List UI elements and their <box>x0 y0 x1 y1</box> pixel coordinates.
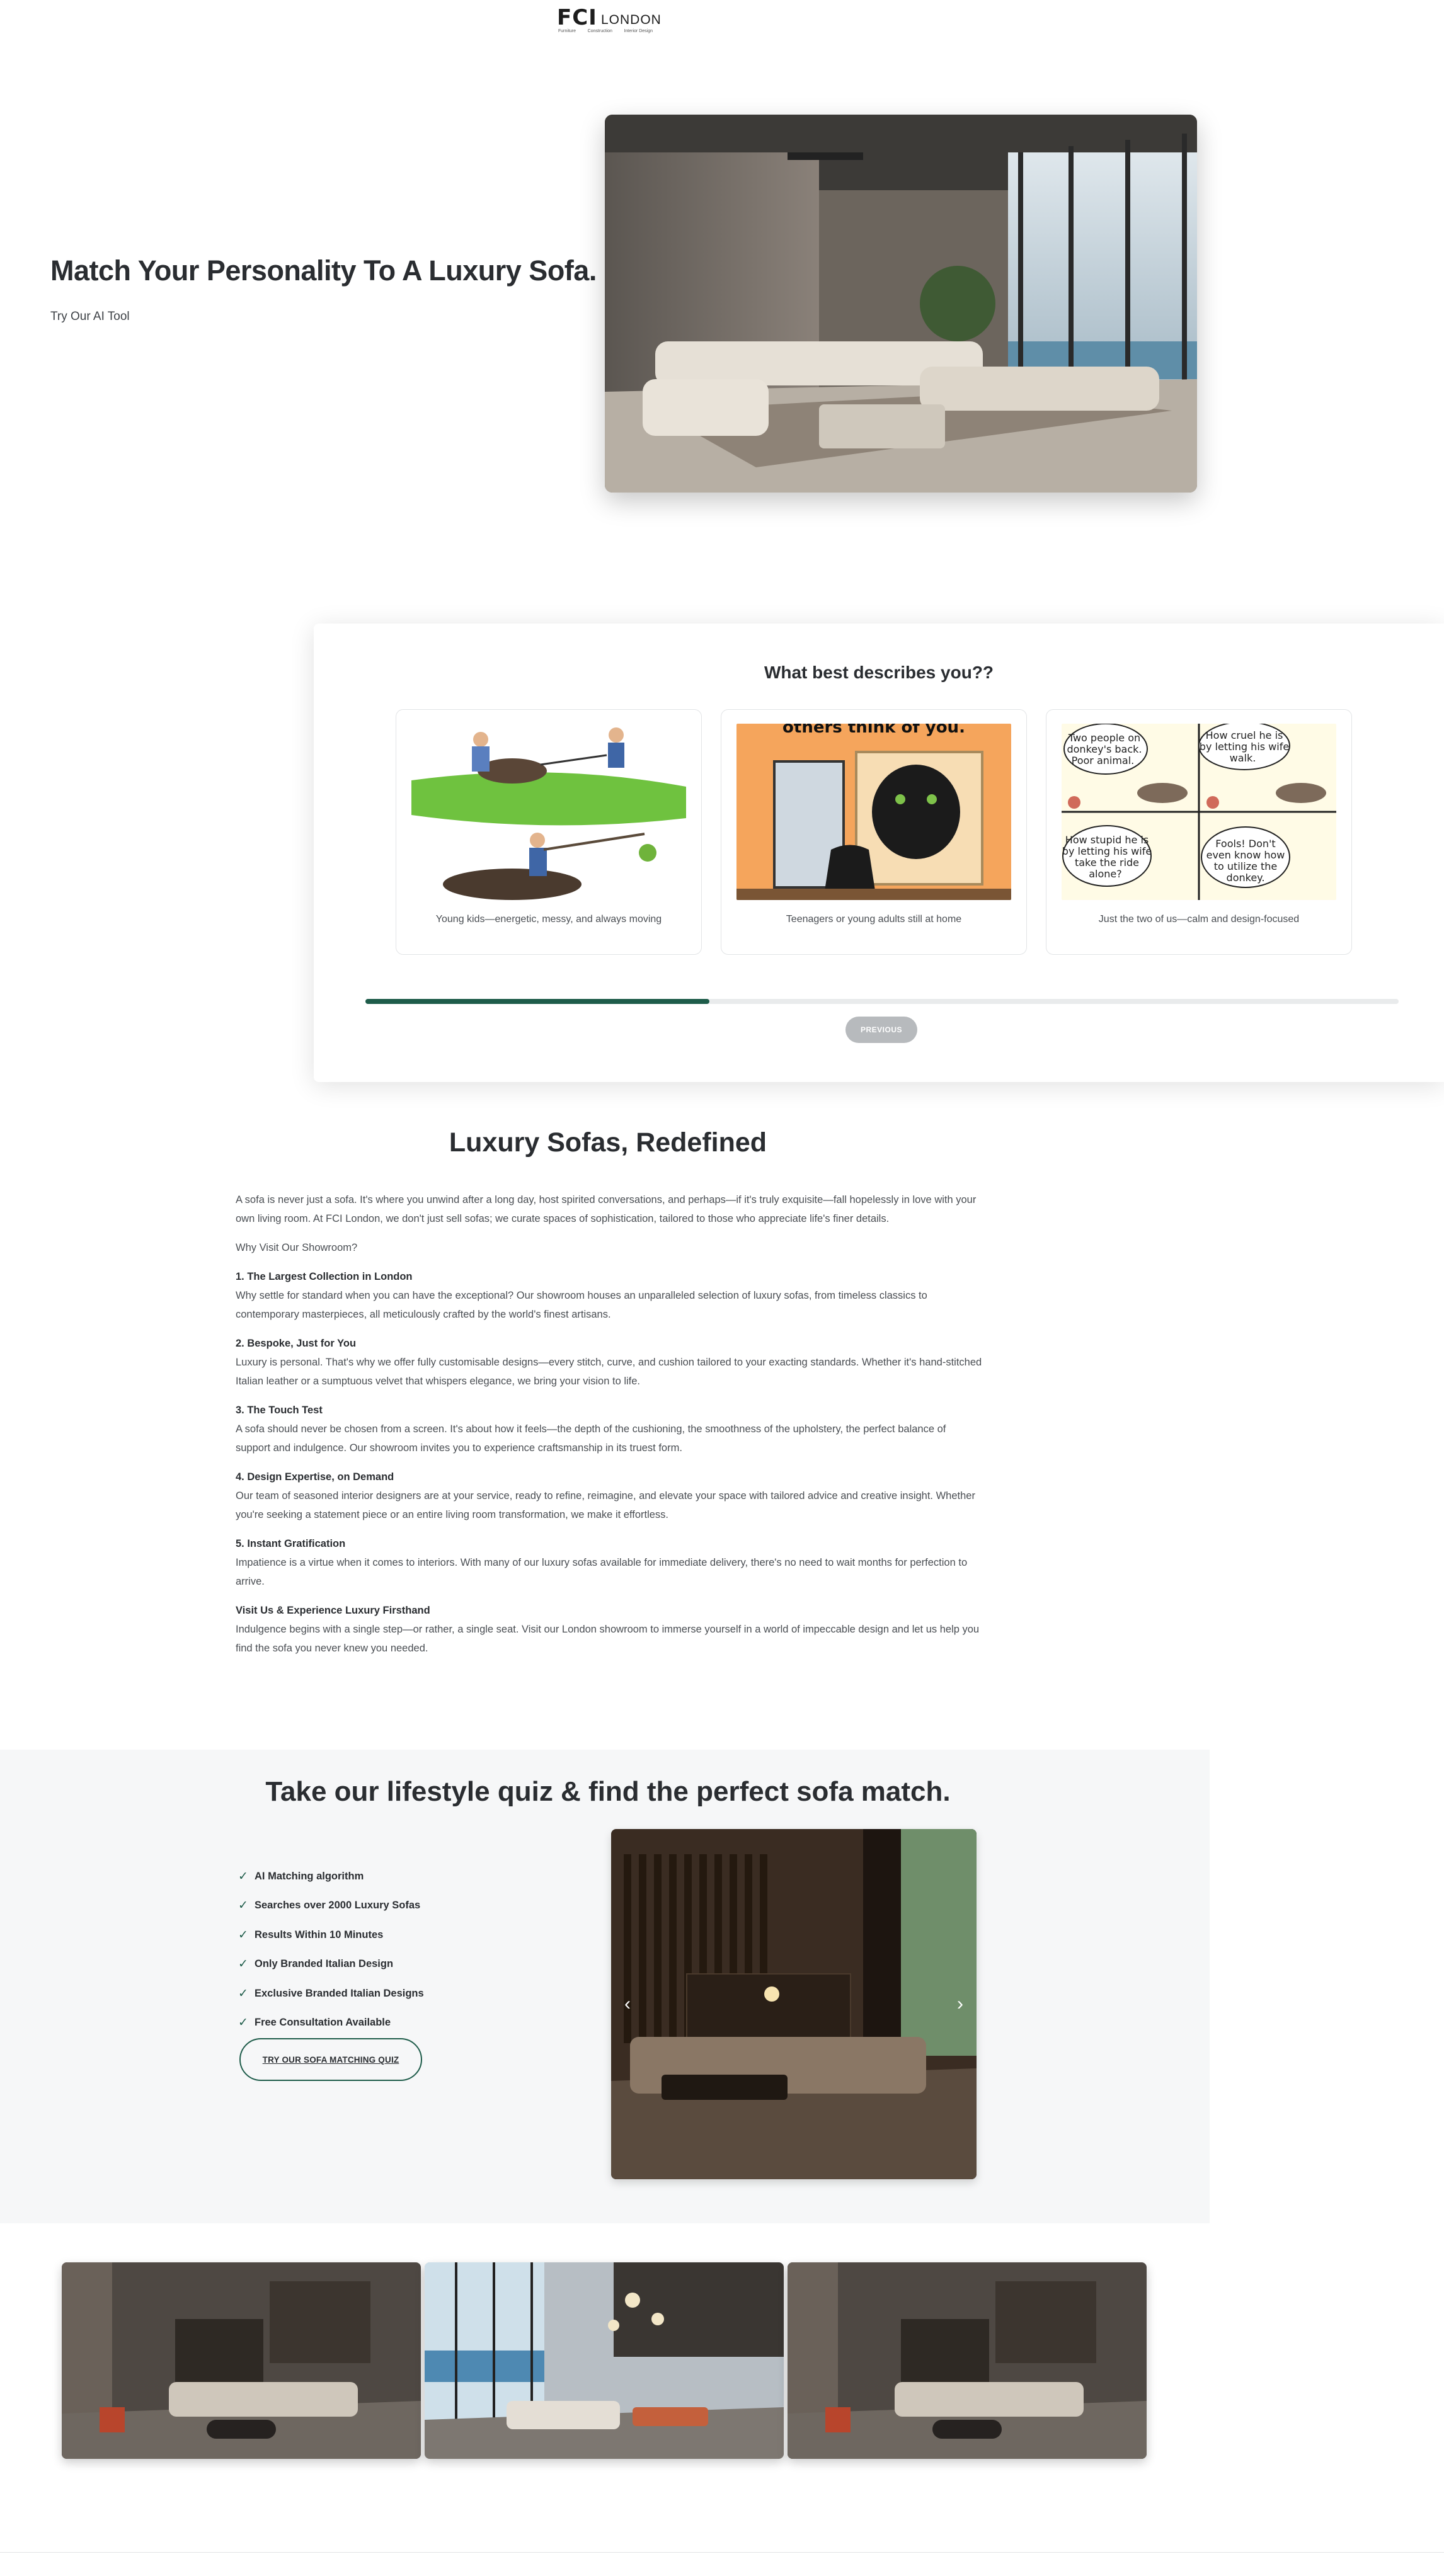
section-heading: 5. Instant Gratification <box>236 1538 346 1549</box>
carousel-next-arrow-icon[interactable]: › <box>948 1992 973 2017</box>
feature-item: ✓ Free Consultation Available <box>238 2009 424 2038</box>
quiz-option-two-of-us[interactable]: Two people on donkey's back. Poor animal. … <box>1046 709 1352 955</box>
quiz-option-young-kids[interactable]: Young kids—energetic, messy, and always … <box>396 709 702 955</box>
logo-taglines: Furniture Construction Interior Design <box>558 29 653 33</box>
logo-tagline: Furniture <box>558 29 576 33</box>
brand-logo[interactable]: FCI LONDON Furniture Construction Interi… <box>557 5 661 34</box>
hero-living-room-image <box>605 115 1197 493</box>
article-body: A sofa is never just a sofa. It's where … <box>236 1190 983 1668</box>
gallery-image <box>62 2262 421 2459</box>
personality-quiz-panel: What best describes you?? Young kids—ene… <box>314 624 1444 1082</box>
section-body: Indulgence begins with a single step—or … <box>236 1624 980 1654</box>
article-section: 3. The Touch Test A sofa should never be… <box>236 1401 983 1457</box>
quiz-option-image <box>411 724 686 900</box>
article-intro: A sofa is never just a sofa. It's where … <box>236 1194 977 1224</box>
check-icon: ✓ <box>238 1986 248 2000</box>
logo-mark: FCI <box>557 5 597 30</box>
article-section: 5. Instant Gratification Impatience is a… <box>236 1534 983 1591</box>
feature-item: ✓ AI Matching algorithm <box>238 1862 424 1891</box>
section-heading: 1. The Largest Collection in London <box>236 1271 413 1282</box>
section-heading: 2. Bespoke, Just for You <box>236 1338 357 1349</box>
quiz-option-image-text: others think of you. <box>782 724 965 737</box>
feature-label: Free Consultation Available <box>255 2017 391 2029</box>
quiz-option-teenagers[interactable]: others think of you. Teenagers or young … <box>721 709 1027 955</box>
quiz-option-image: others think of you. <box>736 724 1011 900</box>
quiz-progress-fill <box>365 999 710 1004</box>
feature-label: Results Within 10 Minutes <box>255 1929 384 1941</box>
gallery-image <box>788 2262 1147 2459</box>
article-section: 2. Bespoke, Just for You Luxury is perso… <box>236 1334 983 1391</box>
feature-list: ✓ AI Matching algorithm ✓ Searches over 20… <box>238 1862 424 2037</box>
carousel-prev-arrow-icon[interactable]: ‹ <box>615 1992 640 2017</box>
section-body: Our team of seasoned interior designers … <box>236 1490 975 1520</box>
quiz-question: What best describes you?? <box>764 663 994 682</box>
feature-label: Only Branded Italian Design <box>255 1958 394 1970</box>
article-title: Luxury Sofas, Redefined <box>449 1127 767 1158</box>
feature-label: AI Matching algorithm <box>255 1870 364 1882</box>
check-icon: ✓ <box>238 1899 248 1913</box>
section-body: Impatience is a virtue when it comes to … <box>236 1557 968 1587</box>
quiz-option-label: Young kids—energetic, messy, and always … <box>435 914 662 925</box>
logo-tagline: Construction <box>587 29 612 33</box>
carousel-image <box>611 1829 977 2179</box>
lifestyle-title: Take our lifestyle quiz & find the perfe… <box>265 1776 951 1807</box>
check-icon: ✓ <box>238 2016 248 2030</box>
section-heading: 4. Design Expertise, on Demand <box>236 1471 394 1483</box>
footer-divider <box>0 2552 1444 2553</box>
section-heading: 3. The Touch Test <box>236 1405 323 1416</box>
logo-city: LONDON <box>601 13 662 27</box>
quiz-option-image: Two people on donkey's back. Poor animal. … <box>1062 724 1336 900</box>
lifestyle-quiz-section: Take our lifestyle quiz & find the perfe… <box>0 1750 1210 2223</box>
section-heading: Visit Us & Experience Luxury Firsthand <box>236 1605 430 1616</box>
logo-tagline: Interior Design <box>624 29 653 33</box>
sofa-carousel: ‹ › <box>611 1829 977 2179</box>
section-body: Why settle for standard when you can hav… <box>236 1290 927 1320</box>
sofa-matching-quiz-button[interactable]: TRY OUR SOFA MATCHING QUIZ <box>239 2038 422 2081</box>
article-section: Visit Us & Experience Luxury Firsthand I… <box>236 1601 983 1658</box>
article-why-heading: Why Visit Our Showroom? <box>236 1242 358 1253</box>
section-body: Luxury is personal. That's why we offer … <box>236 1357 982 1387</box>
feature-item: ✓ Only Branded Italian Design <box>238 1950 424 1980</box>
section-body: A sofa should never be chosen from a scr… <box>236 1423 946 1454</box>
quiz-option-label: Teenagers or young adults still at home <box>786 914 962 925</box>
check-icon: ✓ <box>238 1958 248 1971</box>
check-icon: ✓ <box>238 1928 248 1942</box>
previous-button[interactable]: PREVIOUS <box>845 1017 917 1043</box>
gallery-image <box>425 2262 784 2459</box>
feature-label: Searches over 2000 Luxury Sofas <box>255 1900 421 1912</box>
hero-title: Match Your Personality To A Luxury Sofa. <box>50 254 597 287</box>
feature-item: ✓ Searches over 2000 Luxury Sofas <box>238 1891 424 1921</box>
feature-item: ✓ Exclusive Branded Italian Designs <box>238 1979 424 2009</box>
article-section: 1. The Largest Collection in London Why … <box>236 1267 983 1324</box>
quiz-progress-bar <box>365 999 1399 1004</box>
feature-label: Exclusive Branded Italian Designs <box>255 1987 424 1999</box>
check-icon: ✓ <box>238 1869 248 1883</box>
feature-item: ✓ Results Within 10 Minutes <box>238 1920 424 1950</box>
try-ai-tool-link[interactable]: Try Our AI Tool <box>50 310 130 324</box>
article-section: 4. Design Expertise, on Demand Our team … <box>236 1468 983 1524</box>
quiz-option-label: Just the two of us—calm and design-focus… <box>1098 914 1300 925</box>
